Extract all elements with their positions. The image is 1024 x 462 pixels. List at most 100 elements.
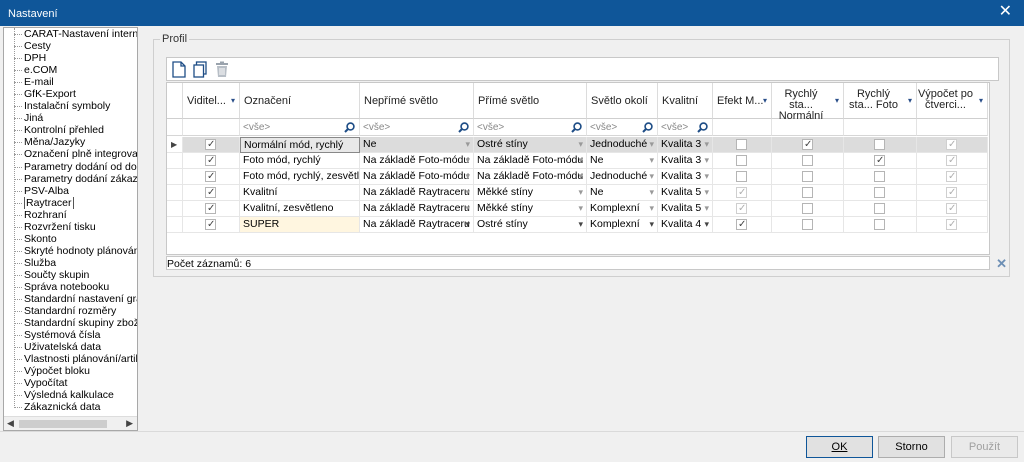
search-icon[interactable] xyxy=(642,122,653,136)
col-effect-cell[interactable] xyxy=(713,185,772,201)
col-calc-cell[interactable] xyxy=(917,201,988,217)
tree-item[interactable]: Součty skupin xyxy=(4,269,137,281)
col-direct-cell[interactable]: Ostré stíny xyxy=(474,217,587,233)
checkbox[interactable] xyxy=(946,169,957,184)
scroll-right-icon[interactable]: ▶ xyxy=(126,418,133,429)
checkbox[interactable] xyxy=(736,185,747,200)
col-indirect-cell[interactable]: Na základě Foto-módu xyxy=(360,169,474,185)
tree-item[interactable]: e.COM xyxy=(4,64,137,76)
col-fast-normal-cell[interactable] xyxy=(772,217,844,233)
col-visible-cell[interactable] xyxy=(183,217,240,233)
column-filter-dropdown-icon[interactable]: ▾ xyxy=(835,96,839,105)
checkbox[interactable] xyxy=(205,169,216,184)
col-indirect-cell[interactable]: Na základě Foto-módu xyxy=(360,153,474,169)
tree-item[interactable]: GfK-Export xyxy=(4,88,137,100)
col-quality-cell[interactable]: Kvalita 3 xyxy=(658,169,713,185)
filter-col-ambient[interactable]: <vše> xyxy=(587,119,658,136)
col-visible-cell[interactable] xyxy=(183,153,240,169)
checkbox[interactable] xyxy=(205,217,216,232)
header-col-name[interactable]: Označení xyxy=(240,83,360,119)
tree-item[interactable]: Standardní skupiny zboží xyxy=(4,317,137,329)
col-calc-cell[interactable] xyxy=(917,169,988,185)
col-fast-normal-cell[interactable] xyxy=(772,201,844,217)
tree-horizontal-scrollbar[interactable]: ◀ ▶ xyxy=(4,416,137,430)
checkbox[interactable] xyxy=(946,201,957,216)
col-quality-cell[interactable]: Kvalita 4 xyxy=(658,217,713,233)
col-name-cell[interactable]: Kvalitní, zesvětleno xyxy=(240,201,360,217)
checkbox[interactable] xyxy=(736,171,747,182)
tree-item[interactable]: Zákaznická data xyxy=(4,401,137,413)
header-col-fast-photo[interactable]: Rychlý sta... Foto ▾ xyxy=(844,83,917,119)
tree-item[interactable]: Parametry dodání zákazníkov xyxy=(4,173,137,185)
col-indirect-cell[interactable]: Na základě Raytraceru xyxy=(360,201,474,217)
tree-item[interactable]: Raytracer xyxy=(4,196,137,209)
checkbox[interactable] xyxy=(802,187,813,198)
row-indicator[interactable] xyxy=(167,153,183,169)
checkbox[interactable] xyxy=(736,139,747,150)
col-fast-photo-cell[interactable] xyxy=(844,217,917,233)
row-indicator[interactable] xyxy=(167,217,183,233)
checkbox[interactable] xyxy=(946,153,957,168)
col-fast-photo-cell[interactable] xyxy=(844,153,917,169)
delete-icon[interactable] xyxy=(215,61,229,78)
header-col-fast-normal[interactable]: Rychlý sta... Normální ▾ xyxy=(772,83,844,122)
col-calc-cell[interactable] xyxy=(917,185,988,201)
tree-item[interactable]: Správa notebooku xyxy=(4,281,137,293)
col-direct-cell[interactable]: Ostré stíny xyxy=(474,137,587,153)
filter-col-name[interactable]: <vše> xyxy=(240,119,360,136)
apply-button[interactable]: Použít xyxy=(951,436,1018,458)
checkbox[interactable] xyxy=(802,203,813,214)
tree-item[interactable]: Cesty xyxy=(4,40,137,52)
header-col-ambient[interactable]: Světlo okolí xyxy=(587,83,658,119)
checkbox[interactable] xyxy=(874,153,885,168)
header-col-direct[interactable]: Přímé světlo xyxy=(474,83,587,119)
filter-col-quality[interactable]: <vše> xyxy=(658,119,713,136)
col-quality-cell[interactable]: Kvalita 3 xyxy=(658,137,713,153)
col-visible-cell[interactable] xyxy=(183,185,240,201)
col-indirect-cell[interactable]: Na základě Raytraceru xyxy=(360,185,474,201)
col-quality-cell[interactable]: Kvalita 5 xyxy=(658,185,713,201)
checkbox[interactable] xyxy=(802,155,813,166)
checkbox[interactable] xyxy=(874,219,885,230)
column-filter-dropdown-icon[interactable]: ▾ xyxy=(908,96,912,105)
col-fast-normal-cell[interactable] xyxy=(772,169,844,185)
tree-item[interactable]: Skryté hodnoty plánování xyxy=(4,245,137,257)
cancel-button[interactable]: Storno xyxy=(878,436,945,458)
col-fast-normal-cell[interactable] xyxy=(772,137,844,153)
col-visible-cell[interactable] xyxy=(183,201,240,217)
tree-item[interactable]: Rozhraní xyxy=(4,209,137,221)
search-icon[interactable] xyxy=(344,122,355,136)
checkbox[interactable] xyxy=(946,217,957,232)
filter-col-direct[interactable]: <vše> xyxy=(474,119,587,136)
row-indicator[interactable] xyxy=(167,185,183,201)
header-col-effect[interactable]: Efekt M... ▾ xyxy=(713,83,772,119)
checkbox[interactable] xyxy=(736,217,747,232)
col-visible-cell[interactable] xyxy=(183,169,240,185)
row-indicator[interactable] xyxy=(167,169,183,185)
tree-item[interactable]: Výpočet bloku xyxy=(4,365,137,377)
col-direct-cell[interactable]: Na základě Foto-módu xyxy=(474,153,587,169)
col-quality-cell[interactable]: Kvalita 3 xyxy=(658,153,713,169)
copy-document-icon[interactable] xyxy=(193,61,207,78)
col-effect-cell[interactable] xyxy=(713,201,772,217)
tree-item[interactable]: DPH xyxy=(4,52,137,64)
row-indicator[interactable] xyxy=(167,201,183,217)
tree-item[interactable]: Parametry dodání od dodava xyxy=(4,161,137,173)
col-quality-cell[interactable]: Kvalita 5 xyxy=(658,201,713,217)
header-col-calc[interactable]: Výpočet po čtverci... ▾ xyxy=(917,83,988,119)
scroll-thumb[interactable] xyxy=(19,420,107,428)
col-indirect-cell[interactable]: Ne xyxy=(360,137,474,153)
col-ambient-cell[interactable]: Ne xyxy=(587,153,658,169)
col-fast-normal-cell[interactable] xyxy=(772,185,844,201)
tree-item[interactable]: Označení plně integrovaných xyxy=(4,148,137,160)
col-visible-cell[interactable] xyxy=(183,137,240,153)
col-direct-cell[interactable]: Měkké stíny xyxy=(474,201,587,217)
col-fast-photo-cell[interactable] xyxy=(844,201,917,217)
col-ambient-cell[interactable]: Ne xyxy=(587,185,658,201)
tree-item[interactable]: PSV-Alba xyxy=(4,185,137,197)
col-name-cell[interactable]: Foto mód, rychlý xyxy=(240,153,360,169)
col-ambient-cell[interactable]: Jednoduché xyxy=(587,137,658,153)
tree-item[interactable]: Vypočítat xyxy=(4,377,137,389)
checkbox[interactable] xyxy=(205,185,216,200)
clear-filter-icon[interactable]: ✕ xyxy=(996,256,1007,272)
